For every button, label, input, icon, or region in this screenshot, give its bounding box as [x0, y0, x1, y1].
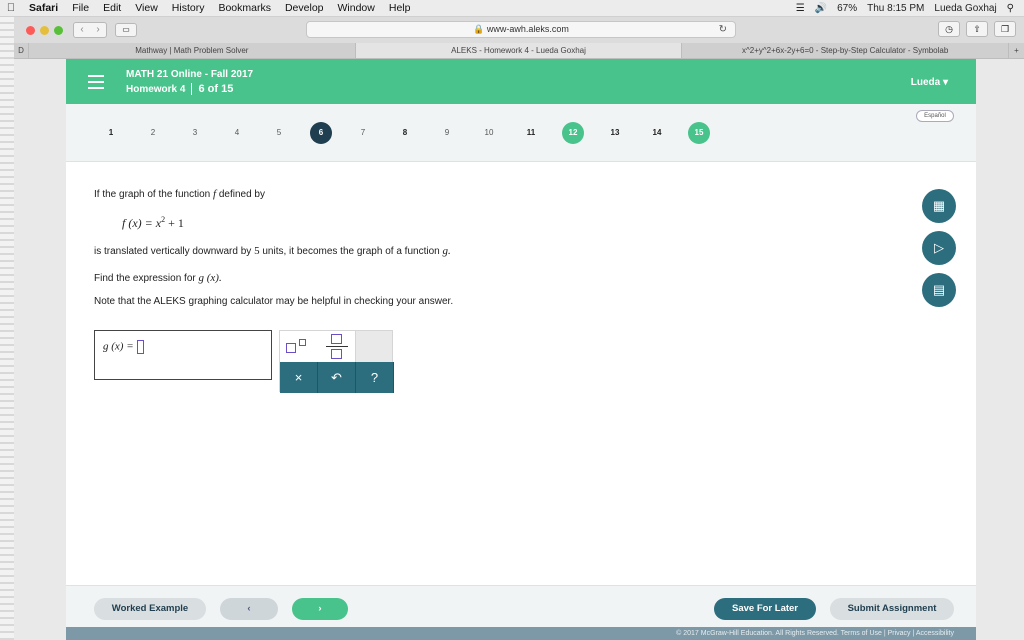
question-8-button[interactable]: 8 [394, 122, 416, 144]
zoom-window-icon[interactable] [54, 25, 63, 35]
menu-app[interactable]: Safari [22, 2, 65, 14]
page-footer: Worked Example ‹ › Save For Later Submit… [66, 585, 976, 640]
menu-edit[interactable]: Edit [96, 2, 128, 14]
history-nav: ‹ › [73, 22, 107, 38]
next-question-button[interactable]: › [292, 598, 348, 620]
browser-toolbar: ‹ › ▭ 🔒 www-awh.aleks.com ↻ ◷ ⇧ ❐ [14, 17, 1024, 43]
question-3-button[interactable]: 3 [184, 122, 206, 144]
aleks-header: MATH 21 Online - Fall 2017 Homework 4 6 … [66, 59, 976, 104]
menu-file[interactable]: File [65, 2, 96, 14]
question-1-button[interactable]: 1 [100, 122, 122, 144]
tab-mathway[interactable]: Mathway | Math Problem Solver [28, 43, 355, 58]
question-11-button[interactable]: 11 [520, 122, 542, 144]
language-toggle[interactable]: Español [916, 110, 954, 122]
video-icon[interactable]: ▷ [922, 231, 956, 265]
undo-button[interactable]: ↶ [318, 362, 356, 393]
textbook-icon[interactable]: ▤ [922, 273, 956, 307]
fraction-button[interactable] [324, 334, 350, 361]
answer-cursor[interactable] [136, 340, 144, 354]
back-icon[interactable]: ‹ [74, 23, 90, 37]
wifi-icon[interactable]: ☰ [796, 3, 805, 14]
question-2-button[interactable]: 2 [142, 122, 164, 144]
homework-title: Homework 4 6 of 15 [126, 83, 233, 95]
tabs-overview-icon[interactable]: ❐ [994, 21, 1016, 37]
menu-bookmarks[interactable]: Bookmarks [211, 2, 278, 14]
exponent-button[interactable] [286, 339, 316, 357]
math-keypad: × ↶ ? [279, 330, 394, 393]
question-10-button[interactable]: 10 [478, 122, 500, 144]
toolbar-actions: ◷ ⇧ ❐ [938, 21, 1016, 37]
menu-develop[interactable]: Develop [278, 2, 331, 14]
problem-line-1: If the graph of the function f defined b… [94, 188, 265, 200]
tab-bar: D Mathway | Math Problem Solver ALEKS - … [14, 43, 1024, 59]
question-12-button[interactable]: 12 [562, 122, 584, 144]
question-4-button[interactable]: 4 [226, 122, 248, 144]
help-button[interactable]: ? [356, 362, 394, 393]
problem-line-4: Note that the ALEKS graphing calculator … [94, 296, 454, 307]
answer-label: g (x) = [103, 340, 134, 353]
reload-icon[interactable]: ↻ [719, 22, 727, 37]
calculator-icon[interactable]: ▦ [922, 189, 956, 223]
previous-question-button[interactable]: ‹ [220, 598, 278, 620]
volume-icon[interactable]: 🔊 [815, 3, 827, 14]
question-6-button[interactable]: 6 [310, 122, 332, 144]
menu-history[interactable]: History [165, 2, 212, 14]
menu-window[interactable]: Window [331, 2, 382, 14]
pinned-tab-icon[interactable]: D [14, 43, 28, 58]
answer-input[interactable]: g (x) = [94, 330, 272, 380]
question-13-button[interactable]: 13 [604, 122, 626, 144]
menu-user[interactable]: Lueda Goxhaj [934, 3, 996, 14]
menu-bar:  Safari File Edit View History Bookmark… [0, 0, 1024, 17]
forward-icon[interactable]: › [90, 23, 106, 37]
new-tab-icon[interactable]: + [1008, 43, 1024, 58]
tab-aleks[interactable]: ALEKS - Homework 4 - Lueda Goxhaj [354, 43, 682, 58]
question-9-button[interactable]: 9 [436, 122, 458, 144]
history-icon[interactable]: ◷ [938, 21, 960, 37]
menu-icon[interactable] [88, 75, 104, 93]
menu-help[interactable]: Help [382, 2, 418, 14]
problem-line-2: is translated vertically downward by 5 u… [94, 245, 451, 257]
question-nav: 1 2 3 4 5 6 7 8 9 10 11 12 13 14 15 Español [66, 104, 976, 162]
problem-line-3: Find the expression for g (x). [94, 272, 222, 284]
copyright-bar: © 2017 McGraw-Hill Education. All Rights… [66, 627, 976, 640]
url-text: www-awh.aleks.com [486, 24, 569, 34]
search-icon[interactable]: ⚲ [1007, 3, 1014, 14]
window-controls [26, 25, 63, 35]
lock-icon: 🔒 [473, 24, 485, 34]
desktop-edge-strip [0, 17, 14, 640]
question-5-button[interactable]: 5 [268, 122, 290, 144]
address-bar[interactable]: 🔒 www-awh.aleks.com ↻ [306, 21, 736, 38]
menu-view[interactable]: View [128, 2, 165, 14]
close-window-icon[interactable] [26, 25, 35, 35]
clear-button[interactable]: × [280, 362, 318, 393]
minimize-window-icon[interactable] [40, 25, 49, 35]
homework-name: Homework 4 [126, 83, 186, 95]
tab-symbolab[interactable]: x^2+y^2+6x-2y+6=0 - Step-by-Step Calcula… [681, 43, 1008, 58]
battery-percent[interactable]: 67% [837, 3, 857, 14]
clock[interactable]: Thu 8:15 PM [867, 3, 924, 14]
user-menu[interactable]: Lueda ▾ [911, 77, 948, 88]
apple-icon[interactable]:  [0, 2, 22, 14]
homework-progress: 6 of 15 [198, 83, 234, 95]
course-title: MATH 21 Online - Fall 2017 [126, 69, 254, 80]
question-7-button[interactable]: 7 [352, 122, 374, 144]
share-icon[interactable]: ⇧ [966, 21, 988, 37]
save-for-later-button[interactable]: Save For Later [714, 598, 816, 620]
function-formula: f (x) = x2 + 1 [122, 215, 184, 230]
sidebar-toggle-icon[interactable]: ▭ [115, 23, 137, 37]
worked-example-button[interactable]: Worked Example [94, 598, 206, 620]
question-15-button[interactable]: 15 [688, 122, 710, 144]
question-14-button[interactable]: 14 [646, 122, 668, 144]
submit-assignment-button[interactable]: Submit Assignment [830, 598, 954, 620]
aleks-page: MATH 21 Online - Fall 2017 Homework 4 6 … [66, 59, 976, 640]
